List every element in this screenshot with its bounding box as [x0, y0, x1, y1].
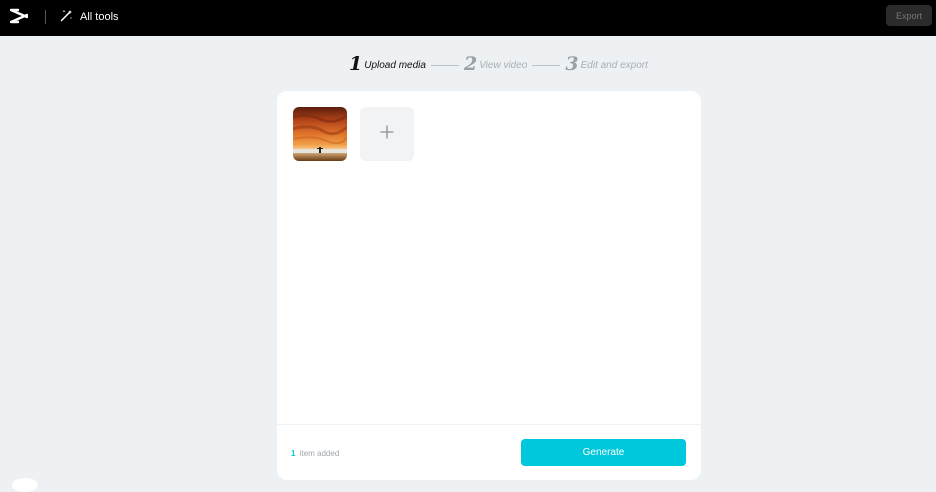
all-tools-label: All tools [80, 11, 119, 23]
item-count-label: item added [299, 449, 340, 458]
magic-wand-icon [60, 9, 73, 25]
step-view-video: 2 View video [464, 54, 527, 74]
step-label: Edit and export [580, 60, 648, 71]
item-count-text: 1 item added [291, 449, 339, 458]
add-media-button[interactable] [360, 107, 414, 161]
step-edit-and-export: 3 Edit and export [565, 54, 648, 74]
all-tools-button[interactable]: All tools [60, 8, 119, 26]
upload-media-card: 1 item added Generate [277, 91, 701, 480]
step-label: Upload media [364, 60, 426, 71]
media-thumbnail[interactable] [293, 107, 347, 161]
capcut-logo-icon[interactable] [9, 8, 29, 24]
top-bar: All tools Export [0, 0, 936, 36]
export-button[interactable]: Export [886, 5, 932, 26]
floating-help-button[interactable] [12, 478, 38, 492]
card-footer: 1 item added Generate [277, 424, 701, 480]
sunset-image-thumbnail [293, 107, 347, 161]
step-upload-media: 1 Upload media [349, 54, 426, 74]
plus-icon [380, 124, 394, 144]
topbar-divider [45, 10, 46, 24]
step-number: 1 [349, 53, 363, 75]
progress-stepper: 1 Upload media 2 View video 3 Edit and e… [349, 53, 648, 75]
step-connector [430, 64, 459, 66]
step-number: 2 [463, 53, 478, 75]
step-connector [532, 64, 561, 66]
step-label: View video [479, 60, 528, 71]
step-number: 3 [565, 53, 579, 75]
item-count-number: 1 [291, 449, 296, 458]
generate-button[interactable]: Generate [521, 439, 686, 466]
